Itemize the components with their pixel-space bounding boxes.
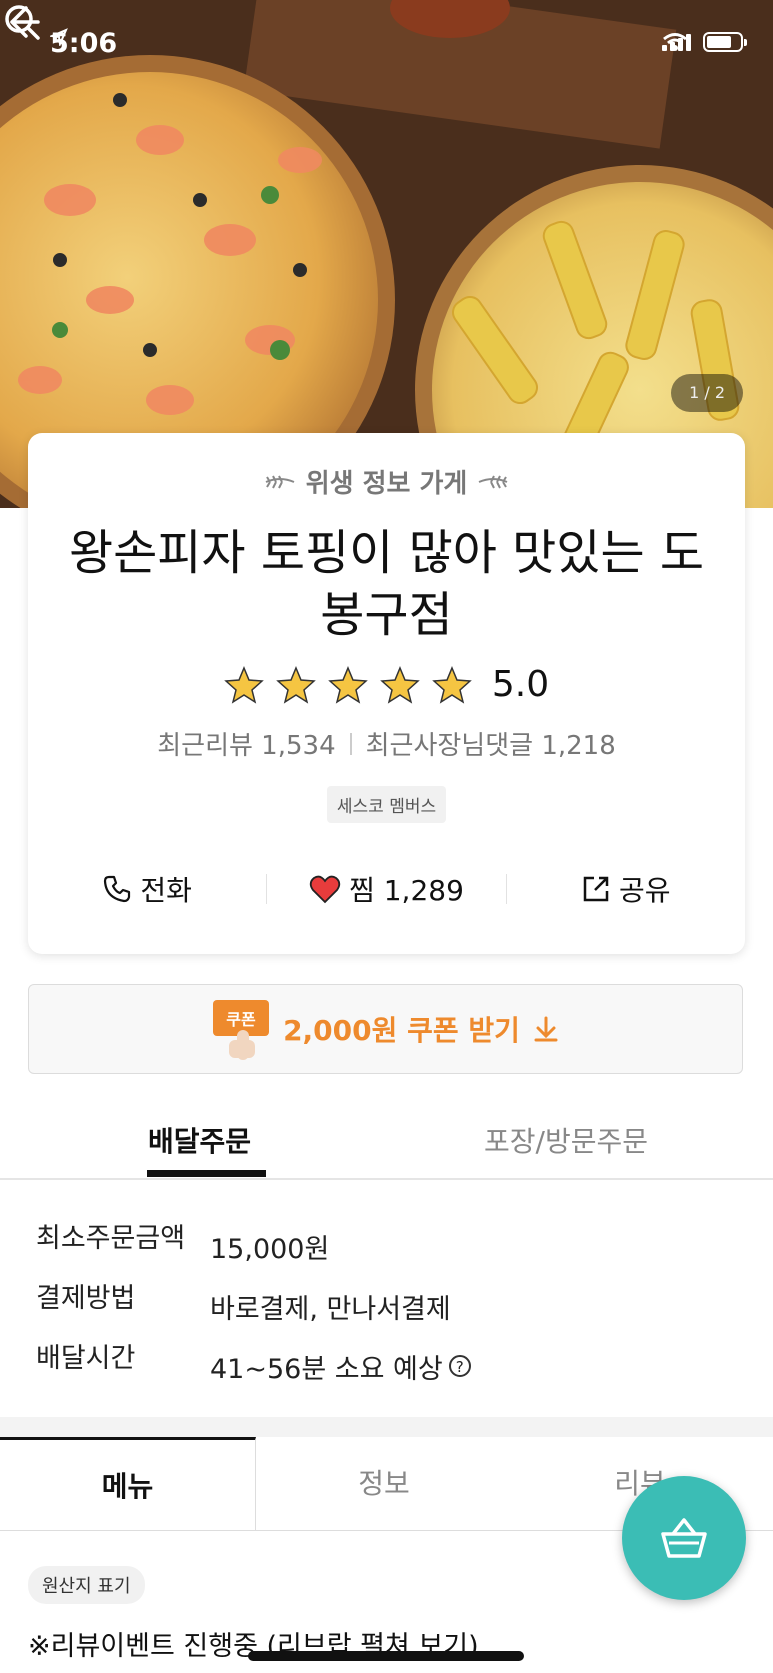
tab-pickup[interactable]: 포장/방문주문 [484, 1120, 648, 1160]
coupon-label: 2,000원 쿠폰 받기 [283, 1014, 520, 1047]
store-name: 왕손피자 토핑이 많아 맛있는 도봉구점 [68, 525, 705, 643]
active-tab-indicator [147, 1170, 266, 1177]
call-label: 전화 [140, 874, 192, 907]
store-actions: 전화 찜 1,289 공유 [28, 869, 745, 909]
cesco-badge: 세스코 멤버스 [326, 786, 447, 823]
review-counts: 최근리뷰 1,534 최근사장님댓글 1,218 [28, 725, 745, 762]
min-order-value: 15,000원 [210, 1233, 330, 1265]
home-indicator[interactable] [248, 1651, 524, 1661]
search-icon[interactable] [0, 0, 44, 44]
tab-delivery[interactable]: 배달주문 [148, 1120, 251, 1160]
image-page-indicator: 1 / 2 [671, 374, 743, 412]
location-arrow-icon [50, 28, 68, 46]
battery-icon [703, 32, 747, 52]
recent-owner-replies[interactable]: 최근사장님댓글 1,218 [366, 725, 616, 762]
store-info-card: 위생 정보 가게 왕손피자 토핑이 많아 맛있는 도봉구점 5.0 최근리뷰 1… [28, 433, 745, 954]
recent-reviews[interactable]: 최근리뷰 1,534 [157, 725, 335, 762]
star-icon [328, 665, 368, 704]
min-order-label: 최소주문금액 [36, 1223, 186, 1254]
store-rating[interactable]: 5.0 [28, 664, 745, 705]
rating-value: 5.0 [491, 664, 550, 705]
star-icon [276, 665, 316, 704]
laurel-left-icon [265, 475, 295, 488]
tab-info[interactable]: 정보 [256, 1437, 512, 1530]
call-button[interactable]: 전화 [28, 869, 266, 909]
pizza-photo [0, 0, 773, 508]
payment-row: 결제방법 바로결제, 만나서결제 [36, 1276, 471, 1336]
order-info: 최소주문금액 15,000원 결제방법 바로결제, 만나서결제 배달시간 41~… [36, 1216, 471, 1396]
origin-label-chip[interactable]: 원산지 표기 [28, 1566, 145, 1604]
coupon-icon-text: 쿠폰 [226, 1010, 256, 1029]
delivery-time-label: 배달시간 [36, 1343, 136, 1374]
laurel-right-icon [478, 475, 508, 488]
basket-icon [661, 1518, 707, 1558]
help-icon[interactable]: ? [448, 1355, 471, 1377]
coupon-icon: 쿠폰 [213, 1000, 270, 1060]
hygiene-label: 위생 정보 가게 [305, 469, 468, 499]
share-icon [583, 876, 609, 902]
divider [349, 732, 352, 755]
star-icon [224, 665, 264, 704]
heart-icon [309, 875, 341, 904]
phone-icon [104, 875, 131, 903]
star-icon [380, 665, 420, 704]
wifi-icon [663, 33, 687, 51]
payment-label: 결제방법 [36, 1283, 136, 1314]
delivery-time-value-wrap: 41~56분 소요 예상 ? [210, 1336, 471, 1396]
hero-image[interactable]: 5:06 1 / 2 [0, 0, 773, 508]
download-icon [534, 1016, 558, 1042]
delivery-time-value: 41~56분 소요 예상 [210, 1353, 443, 1385]
status-bar-time: 5:06 [50, 28, 118, 59]
status-bar-indicators [662, 32, 747, 52]
share-button[interactable]: 공유 [507, 869, 745, 909]
favorite-label: 찜 1,289 [349, 874, 464, 907]
delivery-time-row: 배달시간 41~56분 소요 예상 ? [36, 1336, 471, 1396]
star-icon [432, 665, 472, 704]
tab-menu[interactable]: 메뉴 [0, 1437, 256, 1530]
payment-value: 바로결제, 만나서결제 [210, 1293, 451, 1325]
share-label: 공유 [619, 874, 671, 907]
favorite-button[interactable]: 찜 1,289 [267, 869, 505, 909]
cart-button[interactable] [622, 1476, 746, 1600]
order-type-tabs: 배달주문 포장/방문주문 [0, 1096, 773, 1180]
coupon-button[interactable]: 쿠폰 2,000원 쿠폰 받기 [28, 984, 743, 1074]
section-divider [0, 1417, 773, 1437]
hygiene-badge[interactable]: 위생 정보 가게 [28, 463, 745, 500]
min-order-row: 최소주문금액 15,000원 [36, 1216, 471, 1276]
